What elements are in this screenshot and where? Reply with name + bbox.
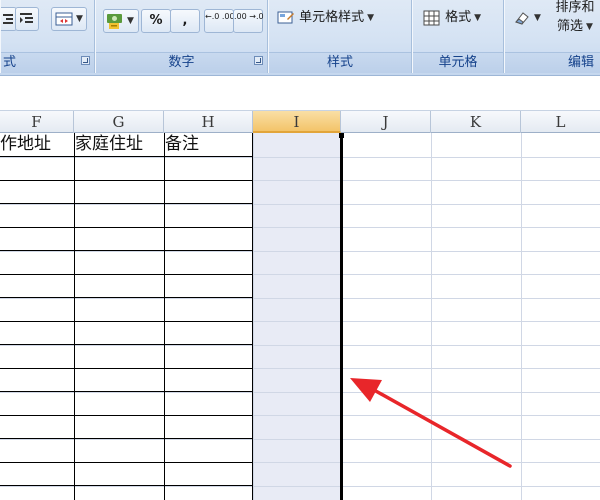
- chevron-down-icon: ▼: [76, 14, 83, 24]
- grid-vline: [253, 133, 254, 500]
- table-border-hline: [0, 461, 253, 463]
- annotation-arrow-icon: [350, 378, 512, 468]
- chevron-down-icon: ▼: [586, 22, 593, 32]
- table-border-vline: [74, 133, 75, 500]
- column-header-i[interactable]: I: [253, 111, 341, 133]
- formula-bar-gap: [0, 100, 600, 110]
- column-header-g[interactable]: G: [74, 111, 164, 133]
- clear-button[interactable]: ▼: [513, 7, 547, 31]
- table-border-hline: [0, 344, 253, 345]
- selected-column-i[interactable]: [253, 133, 341, 500]
- table-border-hline: [0, 320, 253, 322]
- fill-handle[interactable]: [339, 133, 344, 138]
- grid-vline: [521, 133, 522, 500]
- chevron-down-icon: ▼: [534, 13, 541, 23]
- table-border-hline: [0, 485, 253, 486]
- comma-style-button[interactable]: ,: [170, 9, 200, 33]
- sort-filter-button[interactable]: 排序和 筛选 ▼: [550, 0, 600, 37]
- ribbon-group-alignment: ▼ 式: [0, 0, 95, 73]
- chevron-down-icon: ▼: [367, 13, 375, 23]
- format-label: 格式: [445, 10, 472, 25]
- cell-h1[interactable]: 备注: [165, 133, 252, 157]
- column-header-h[interactable]: H: [164, 111, 253, 133]
- ribbon-group-label-cells: 单元格: [413, 52, 503, 73]
- sort-filter-label-line2: 筛选 ▼: [557, 19, 593, 34]
- increase-decimal-button[interactable]: ←.0 .00: [204, 9, 235, 33]
- table-border-hline: [0, 414, 253, 416]
- merge-center-button[interactable]: ▼: [51, 7, 87, 31]
- table-border-vline: [252, 133, 253, 500]
- column-header-row: F G H I J K L: [0, 110, 600, 133]
- cell-g1[interactable]: 家庭住址: [75, 133, 163, 157]
- worksheet-grid[interactable]: 工作地址 家庭住址 备注: [0, 133, 600, 500]
- decrease-decimal-button[interactable]: .00 →.0: [233, 9, 264, 33]
- currency-format-button[interactable]: ▼: [103, 9, 139, 33]
- eraser-icon: [515, 11, 529, 25]
- chevron-down-icon: ▼: [127, 16, 134, 26]
- column-header-f[interactable]: F: [0, 111, 74, 133]
- dialog-launcher-icon[interactable]: [254, 56, 263, 65]
- ribbon-group-label-editing: 编辑: [505, 52, 600, 73]
- table-border-hline: [0, 297, 253, 298]
- table-border-hline: [0, 273, 253, 275]
- sort-filter-label-line1: 排序和: [555, 0, 595, 15]
- column-header-j[interactable]: J: [341, 111, 431, 133]
- dialog-launcher-icon[interactable]: [81, 56, 90, 65]
- indent-button[interactable]: [15, 7, 39, 31]
- table-border-hline: [0, 179, 253, 181]
- ribbon-group-editing: ▼ 排序和 筛选 ▼ 编辑: [504, 0, 600, 73]
- cell-styles-icon: [277, 11, 294, 23]
- table-border-hline: [0, 203, 253, 204]
- ribbon-group-styles: 单元格样式 ▼ 样式: [268, 0, 412, 73]
- ribbon-group-label-number: 数字: [96, 52, 267, 73]
- ribbon: ▼ 式 ▼ % , ←.0 .00 .00 →.0 数字 单元格样式 ▼ 样式 格…: [0, 0, 600, 76]
- cell-styles-button[interactable]: 单元格样式 ▼: [277, 7, 405, 31]
- table-border-hline: [0, 391, 253, 392]
- table-border-vline: [164, 133, 165, 500]
- cell-styles-label: 单元格样式: [299, 10, 365, 25]
- format-icon: [423, 10, 440, 25]
- ribbon-group-label-styles: 样式: [269, 52, 411, 73]
- column-header-l[interactable]: L: [521, 111, 600, 133]
- chevron-down-icon: ▼: [474, 13, 482, 23]
- format-button[interactable]: 格式 ▼: [423, 7, 499, 31]
- table-border-hline: [0, 226, 253, 228]
- table-border-hline: [0, 367, 253, 369]
- ribbon-group-number: ▼ % , ←.0 .00 .00 →.0 数字: [95, 0, 268, 73]
- table-border-hline: [0, 250, 253, 251]
- column-header-k[interactable]: K: [431, 111, 521, 133]
- ribbon-group-cells: 格式 ▼ 单元格: [412, 0, 504, 73]
- table-border-hline: [0, 438, 253, 439]
- percent-style-button[interactable]: %: [141, 9, 171, 33]
- cell-f1[interactable]: 工作地址: [0, 133, 73, 157]
